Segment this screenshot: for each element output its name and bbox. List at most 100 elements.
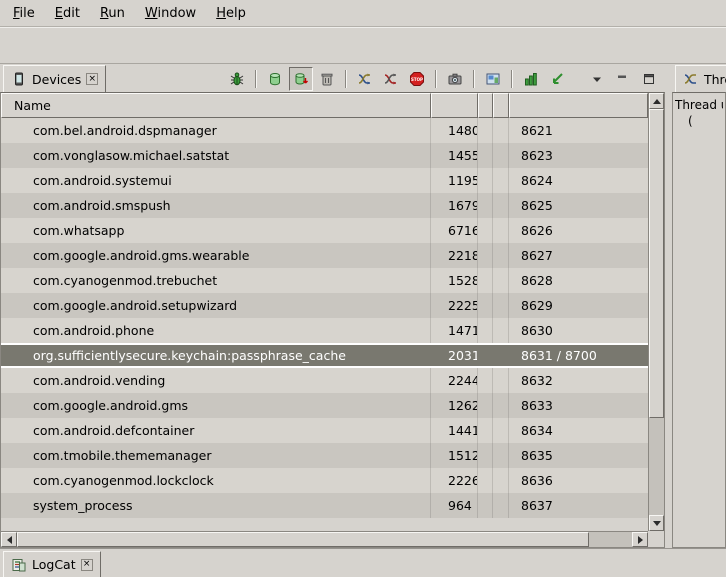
chart-bars-icon xyxy=(523,71,539,87)
column-header[interactable] xyxy=(478,93,493,118)
process-port: 8630 xyxy=(509,318,648,343)
cell-empty xyxy=(493,293,509,318)
table-row[interactable]: com.whatsapp 6716 8626 xyxy=(1,218,648,243)
process-name: com.google.android.gms.wearable xyxy=(1,243,431,268)
tab-devices[interactable]: Devices × xyxy=(3,65,106,92)
process-pid: 14411 xyxy=(431,418,478,443)
cause-gc-button[interactable] xyxy=(315,67,339,91)
process-name: com.android.systemui xyxy=(1,168,431,193)
screen-capture-icon xyxy=(447,71,463,87)
process-name: com.android.defcontainer xyxy=(1,418,431,443)
tab-devices-label: Devices xyxy=(32,72,81,87)
close-icon[interactable]: × xyxy=(86,73,98,85)
update-heap-button[interactable] xyxy=(263,67,287,91)
threads-message-line2: ( xyxy=(675,113,723,129)
table-row[interactable]: org.sufficientlysecure.keychain:passphra… xyxy=(1,343,648,368)
tab-logcat[interactable]: LogCat × xyxy=(3,551,101,577)
devices-tabrow: Devices × STOP xyxy=(0,64,665,92)
cell-empty xyxy=(493,218,509,243)
menu-run[interactable]: Run xyxy=(90,2,135,25)
table-row[interactable]: com.cyanogenmod.lockclock 22265 8636 xyxy=(1,468,648,493)
vertical-scroll-track[interactable] xyxy=(649,109,664,515)
cell-empty xyxy=(493,268,509,293)
diagonal-arrow-icon xyxy=(549,71,565,87)
minimize-icon xyxy=(615,71,631,87)
process-port: 8632 xyxy=(509,368,648,393)
horizontal-scroll-track[interactable] xyxy=(17,532,632,547)
process-table: com.bel.android.dspmanager 1480 8621 com… xyxy=(1,118,648,531)
cell-empty xyxy=(493,468,509,493)
view-menu-button[interactable] xyxy=(585,67,609,91)
view-hierarchy-button[interactable] xyxy=(481,67,505,91)
scrollbar-corner xyxy=(648,531,664,547)
cell-empty xyxy=(493,418,509,443)
menu-edit[interactable]: Edit xyxy=(45,2,90,25)
cell-empty xyxy=(493,368,509,393)
table-row[interactable]: com.tmobile.thememanager 1512 8635 xyxy=(1,443,648,468)
table-row[interactable]: com.google.android.gms.wearable 22185 86… xyxy=(1,243,648,268)
process-pid: 1512 xyxy=(431,443,478,468)
maximize-button[interactable] xyxy=(637,67,661,91)
update-threads-button[interactable] xyxy=(353,67,377,91)
tab-threads[interactable]: Threads xyxy=(675,65,726,92)
menu-file[interactable]: File xyxy=(3,2,45,25)
column-header-name[interactable]: Name xyxy=(1,93,431,118)
method-profiling-icon xyxy=(383,71,399,87)
menu-window[interactable]: Window xyxy=(135,2,206,25)
close-icon[interactable]: × xyxy=(81,559,93,571)
cell-empty xyxy=(493,345,509,366)
column-header[interactable] xyxy=(509,93,648,118)
process-pid: 22250 xyxy=(431,293,478,318)
table-row[interactable]: com.vonglasow.michael.satstat 14553 8623 xyxy=(1,143,648,168)
vertical-scrollbar[interactable] xyxy=(648,93,664,531)
process-name: com.google.android.gms xyxy=(1,393,431,418)
table-header: Name xyxy=(1,93,648,118)
horizontal-scroll-thumb[interactable] xyxy=(17,532,589,547)
stop-process-button[interactable]: STOP xyxy=(405,67,429,91)
table-row[interactable]: com.google.android.gms 12623 8633 xyxy=(1,393,648,418)
scroll-left-button[interactable] xyxy=(1,532,17,547)
bottom-tab-bar: LogCat × xyxy=(0,548,726,577)
table-row[interactable]: com.android.vending 22440 8632 xyxy=(1,368,648,393)
table-row[interactable]: com.bel.android.dspmanager 1480 8621 xyxy=(1,118,648,143)
diagonal-arrow-button[interactable] xyxy=(545,67,569,91)
process-port: 8629 xyxy=(509,293,648,318)
screen-capture-button[interactable] xyxy=(443,67,467,91)
table-row[interactable]: com.cyanogenmod.trebuchet 1528 8628 xyxy=(1,268,648,293)
cell-empty xyxy=(478,118,493,143)
debug-button[interactable] xyxy=(225,67,249,91)
dump-hprof-button[interactable] xyxy=(289,67,313,91)
process-port: 8628 xyxy=(509,268,648,293)
minimize-button[interactable] xyxy=(611,67,635,91)
devices-view: Devices × STOP Name com.bel.android.dspm… xyxy=(0,64,665,548)
vertical-scroll-thumb[interactable] xyxy=(649,109,664,418)
chart-bars-button[interactable] xyxy=(519,67,543,91)
scroll-down-button[interactable] xyxy=(649,515,664,531)
column-header[interactable] xyxy=(431,93,478,118)
method-profiling-button[interactable] xyxy=(379,67,403,91)
cell-empty xyxy=(493,168,509,193)
table-row[interactable]: com.android.phone 1471 8630 xyxy=(1,318,648,343)
menu-help[interactable]: Help xyxy=(206,2,256,25)
process-name: org.sufficientlysecure.keychain:passphra… xyxy=(1,345,431,366)
table-row[interactable]: com.google.android.setupwizard 22250 862… xyxy=(1,293,648,318)
devices-panel-body: Name com.bel.android.dspmanager 1480 862… xyxy=(0,92,665,548)
process-port: 8625 xyxy=(509,193,648,218)
scroll-up-button[interactable] xyxy=(649,93,664,109)
horizontal-scrollbar[interactable] xyxy=(1,531,648,547)
table-row[interactable]: com.android.smspush 1679 8625 xyxy=(1,193,648,218)
table-row[interactable]: com.android.systemui 1195 8624 xyxy=(1,168,648,193)
process-pid: 1195 xyxy=(431,168,478,193)
process-port: 8626 xyxy=(509,218,648,243)
devices-toolbar: STOP xyxy=(225,66,661,91)
table-row[interactable]: com.android.defcontainer 14411 8634 xyxy=(1,418,648,443)
cell-empty xyxy=(478,193,493,218)
scroll-right-button[interactable] xyxy=(632,532,648,547)
cell-empty xyxy=(478,368,493,393)
process-port: 8631 / 8700 xyxy=(509,345,648,366)
stop-process-icon: STOP xyxy=(409,71,425,87)
table-row[interactable]: system_process 964 8637 xyxy=(1,493,648,518)
workbench: Devices × STOP Name com.bel.android.dspm… xyxy=(0,64,726,548)
process-port: 8627 xyxy=(509,243,648,268)
column-header[interactable] xyxy=(493,93,509,118)
